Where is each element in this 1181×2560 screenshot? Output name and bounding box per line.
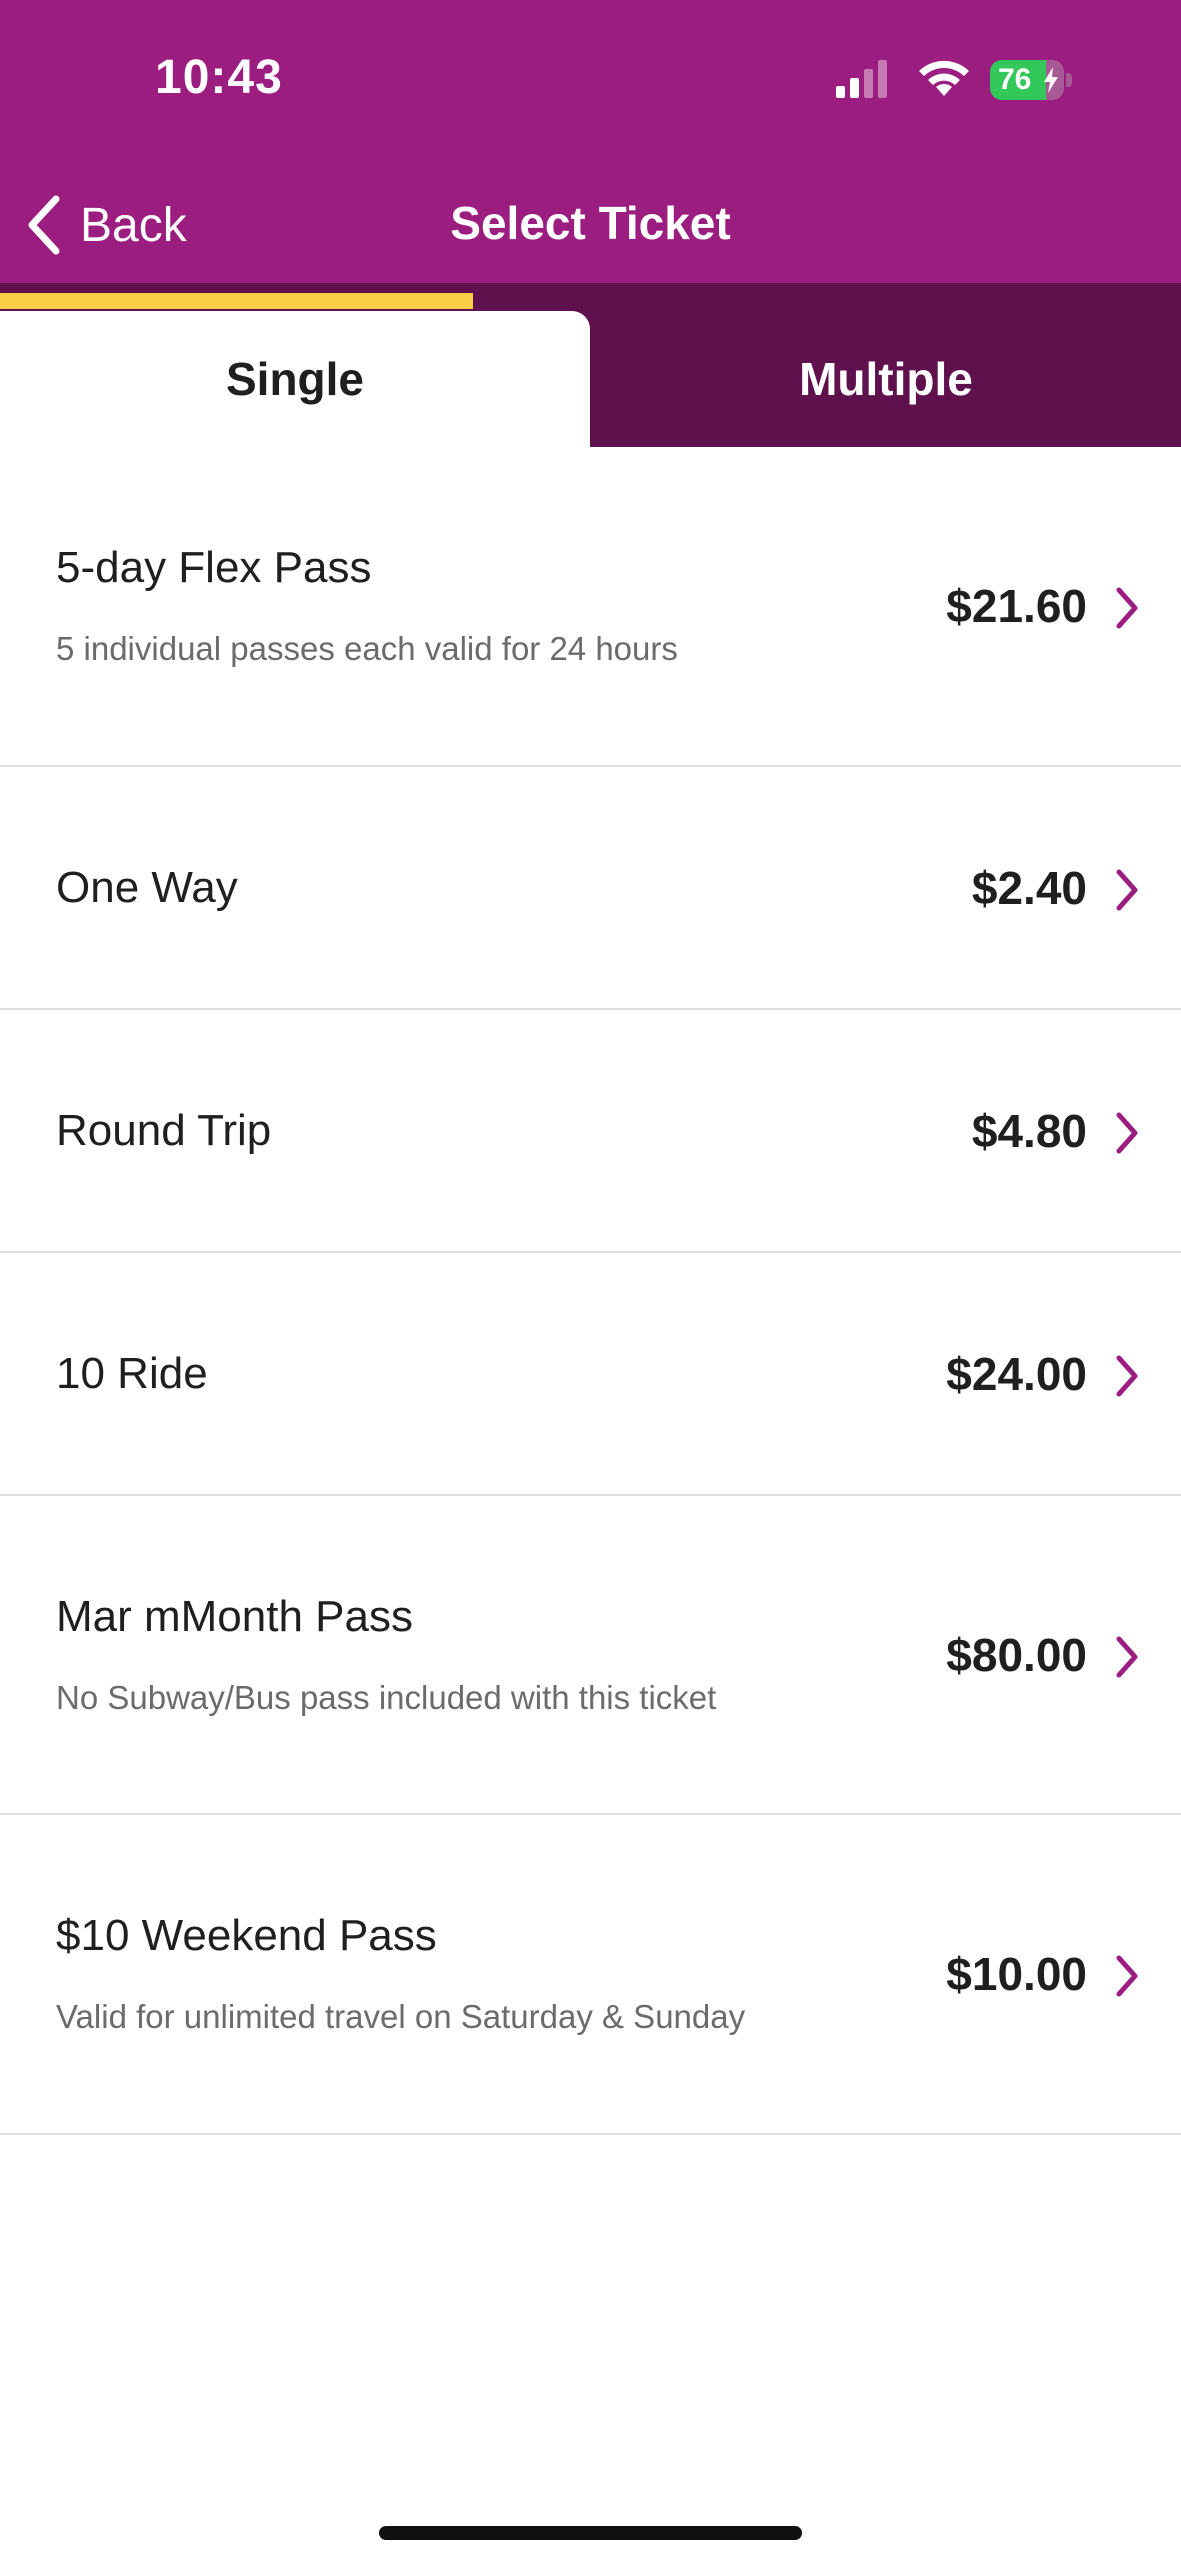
ticket-subtitle: No Subway/Bus pass included with this ti… xyxy=(56,1679,717,1716)
ticket-price: $2.40 xyxy=(971,862,1087,914)
bolt-icon xyxy=(1044,67,1058,93)
tab-bar: Single Multiple xyxy=(0,283,1181,447)
ticket-title: One Way xyxy=(56,863,238,912)
tab-single[interactable]: Single xyxy=(0,311,590,447)
page-title: Select Ticket xyxy=(450,197,731,249)
chevron-right-icon xyxy=(1116,869,1138,911)
app-header: 10:43 76 Back Select Ticket xyxy=(0,0,1181,283)
chevron-right-icon xyxy=(1116,587,1138,629)
chevron-right-icon xyxy=(1116,1955,1138,1997)
ticket-subtitle: Valid for unlimited travel on Saturday &… xyxy=(56,1998,746,2035)
ticket-price: $10.00 xyxy=(946,1948,1087,2000)
ticket-price: $80.00 xyxy=(946,1629,1087,1681)
ticket-row-round-trip[interactable]: Round Trip $4.80 xyxy=(0,1010,1181,1253)
ticket-price: $4.80 xyxy=(971,1105,1087,1157)
status-time: 10:43 xyxy=(155,51,283,104)
ticket-title: $10 Weekend Pass xyxy=(56,1911,437,1960)
ticket-subtitle: 5 individual passes each valid for 24 ho… xyxy=(56,630,678,667)
ticket-title: Mar mMonth Pass xyxy=(56,1592,413,1641)
ticket-list: 5-day Flex Pass 5 individual passes each… xyxy=(0,447,1181,2135)
wifi-icon xyxy=(919,60,969,96)
tab-multiple[interactable]: Multiple xyxy=(591,311,1181,447)
ticket-row-5-day-flex-pass[interactable]: 5-day Flex Pass 5 individual passes each… xyxy=(0,447,1181,767)
chevron-right-icon xyxy=(1116,1112,1138,1154)
home-indicator[interactable] xyxy=(379,2526,802,2540)
battery-icon: 76 xyxy=(990,60,1072,100)
ticket-row-weekend-pass[interactable]: $10 Weekend Pass Valid for unlimited tra… xyxy=(0,1815,1181,2135)
chevron-right-icon xyxy=(1116,1636,1138,1678)
ticket-row-month-pass[interactable]: Mar mMonth Pass No Subway/Bus pass inclu… xyxy=(0,1496,1181,1815)
ticket-title: Round Trip xyxy=(56,1106,272,1155)
ticket-row-10-ride[interactable]: 10 Ride $24.00 xyxy=(0,1253,1181,1496)
ticket-price: $24.00 xyxy=(946,1348,1087,1400)
ticket-price: $21.60 xyxy=(946,580,1087,632)
tab-indicator xyxy=(0,293,473,309)
ticket-row-one-way[interactable]: One Way $2.40 xyxy=(0,767,1181,1010)
signal-icon xyxy=(836,60,887,98)
chevron-right-icon xyxy=(1116,1355,1138,1397)
ticket-title: 10 Ride xyxy=(56,1349,208,1398)
ticket-title: 5-day Flex Pass xyxy=(56,543,372,592)
